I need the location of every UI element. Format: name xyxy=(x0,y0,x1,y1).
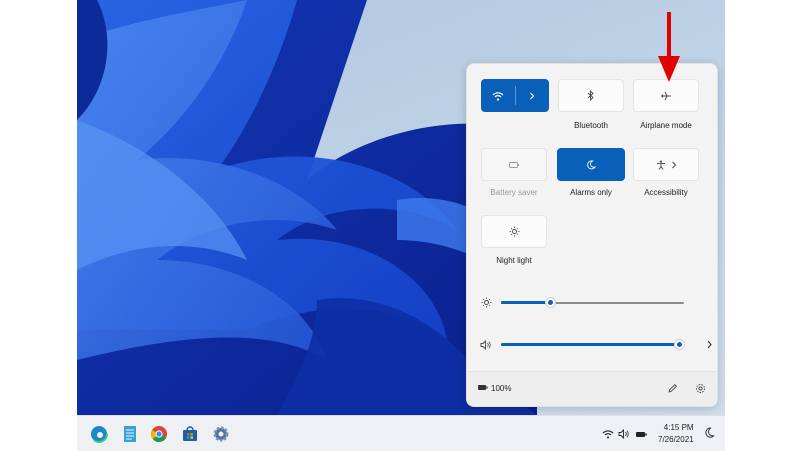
volume-slider[interactable] xyxy=(479,338,712,352)
moon-icon xyxy=(587,160,596,169)
accessibility-tile[interactable] xyxy=(633,148,699,181)
volume-thumb[interactable] xyxy=(675,340,684,349)
bluetooth-tile[interactable] xyxy=(558,79,624,112)
bluetooth-icon xyxy=(587,90,594,101)
wifi-tile[interactable] xyxy=(481,79,549,112)
alarms-only-label: Alarms only xyxy=(570,188,612,197)
quick-settings-panel: Bluetooth Airplane mode Battery saver Al… xyxy=(466,63,718,407)
chevron-right-icon xyxy=(529,92,535,99)
accessibility-label: Accessibility xyxy=(644,188,688,197)
battery-saver-icon xyxy=(509,161,519,168)
night-light-label: Night light xyxy=(496,256,532,265)
battery-icon[interactable] xyxy=(635,430,648,439)
clock-time: 4:15 PM xyxy=(663,423,694,432)
wifi-icon xyxy=(492,91,504,101)
accessibility-icon xyxy=(656,160,665,170)
store-icon[interactable] xyxy=(180,424,200,444)
airplane-icon xyxy=(661,91,671,100)
quick-settings-footer: 100% xyxy=(467,371,717,406)
wifi-icon[interactable] xyxy=(602,429,614,439)
volume-fill xyxy=(501,343,679,346)
settings-gear-icon[interactable] xyxy=(695,383,706,394)
speaker-icon[interactable] xyxy=(480,340,492,350)
airplane-mode-label: Airplane mode xyxy=(640,121,692,130)
wifi-expand-button[interactable] xyxy=(516,80,549,111)
chrome-icon[interactable] xyxy=(149,424,169,444)
taskbar: 4:15 PM 7/26/2021 xyxy=(77,415,725,451)
brightness-fill xyxy=(501,301,550,304)
battery-percentage: 100% xyxy=(491,384,512,393)
annotation-arrow xyxy=(658,12,680,82)
battery-saver-tile xyxy=(481,148,547,181)
speaker-icon[interactable] xyxy=(618,429,630,439)
sun-icon xyxy=(509,226,519,237)
battery-charging-icon xyxy=(478,385,488,390)
chevron-right-icon xyxy=(671,161,676,168)
desktop: Bluetooth Airplane mode Battery saver Al… xyxy=(77,0,725,451)
sun-icon xyxy=(481,297,492,308)
focus-assist-moon-icon[interactable] xyxy=(704,427,715,439)
settings-icon[interactable] xyxy=(211,424,231,444)
night-light-tile[interactable] xyxy=(481,215,547,248)
taskbar-clock[interactable]: 4:15 PM 7/26/2021 xyxy=(658,422,694,446)
battery-saver-label: Battery saver xyxy=(490,188,538,197)
edit-icon[interactable] xyxy=(667,383,678,394)
brightness-thumb[interactable] xyxy=(546,298,555,307)
brightness-slider[interactable] xyxy=(479,296,705,310)
chevron-right-icon[interactable] xyxy=(706,340,713,349)
bluetooth-label: Bluetooth xyxy=(574,121,608,130)
wifi-toggle[interactable] xyxy=(482,80,515,111)
alarms-only-tile[interactable] xyxy=(557,148,625,181)
clock-date: 7/26/2021 xyxy=(658,435,694,444)
edge-icon[interactable] xyxy=(89,424,109,444)
notepad-icon[interactable] xyxy=(120,424,140,444)
